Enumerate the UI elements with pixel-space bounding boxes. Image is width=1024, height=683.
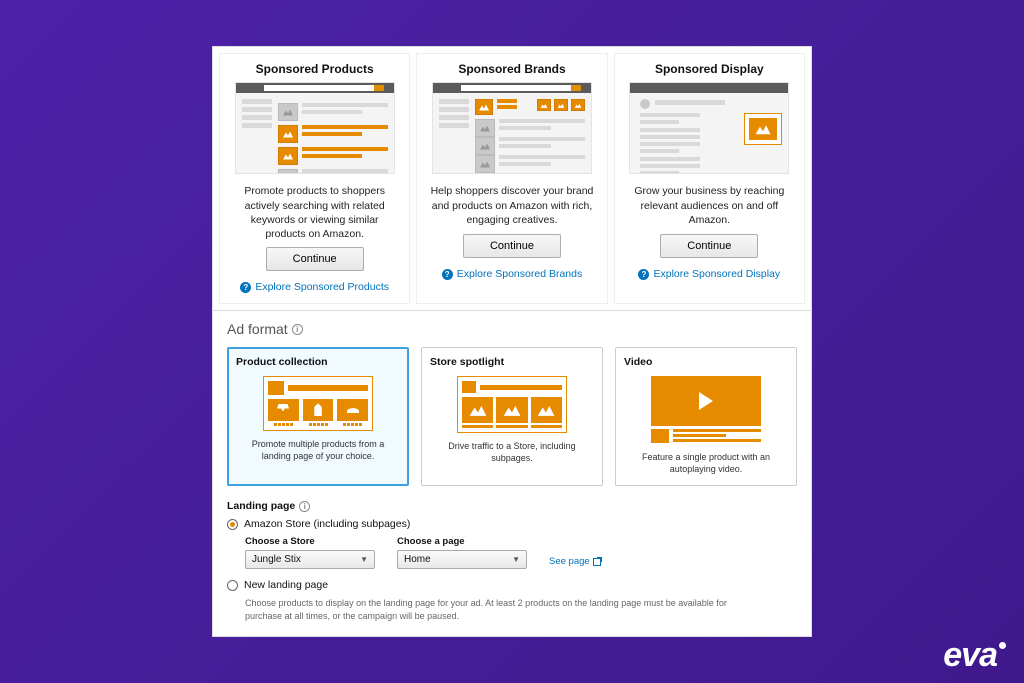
landing-page-section: Landing page i Amazon Store (including s… [227,500,797,621]
store-selectors: Choose a Store Jungle Stix ▼ Choose a pa… [245,536,797,569]
mock-store-spotlight [457,376,567,433]
continue-button-sb[interactable]: Continue [463,234,561,258]
chevron-down-icon: ▼ [512,555,520,564]
format-video[interactable]: Video Feature a single product with an a… [615,347,797,486]
card-sponsored-display: Sponsored Display Grow your business by … [614,53,805,304]
info-icon[interactable]: i [299,501,310,512]
ad-format-options: Product collection Promote multiple prod… [227,347,797,486]
continue-button-sp[interactable]: Continue [266,247,364,271]
section-title-ad-format: Ad format i [227,321,797,337]
format-product-collection[interactable]: Product collection Promote multiple prod… [227,347,409,486]
card-title: Sponsored Products [256,54,374,82]
info-icon[interactable]: i [292,324,303,335]
format-title: Product collection [236,356,328,368]
mock-sponsored-products [235,82,395,174]
explore-link-sp[interactable]: ? Explore Sponsored Products [240,281,389,303]
mock-sponsored-display [629,82,789,174]
card-title: Sponsored Display [655,54,764,82]
ad-format-section: Ad format i Product collection Promote m… [213,310,811,636]
format-store-spotlight[interactable]: Store spotlight Drive traffic to a Store… [421,347,603,486]
explore-link-sb[interactable]: ? Explore Sponsored Brands [442,268,583,290]
help-icon: ? [240,282,251,293]
campaign-type-cards: Sponsored Products Promote products to s… [213,47,811,310]
format-desc: Feature a single product with an autopla… [624,452,788,475]
card-desc: Help shoppers discover your brand and pr… [417,174,606,234]
format-desc: Drive traffic to a Store, including subp… [430,441,594,464]
choose-page-select[interactable]: Home ▼ [397,550,527,569]
mock-product-collection [263,376,373,431]
radio-icon [227,580,238,591]
brand-logo: eva [943,636,1006,675]
campaign-panel: Sponsored Products Promote products to s… [212,46,812,636]
format-title: Store spotlight [430,356,504,368]
help-icon: ? [442,269,453,280]
format-title: Video [624,356,652,368]
card-title: Sponsored Brands [458,54,565,82]
choose-page-label: Choose a page [397,536,527,547]
mock-video [651,376,761,444]
choose-store-label: Choose a Store [245,536,375,547]
external-link-icon [593,558,601,566]
section-title-landing: Landing page i [227,500,797,512]
help-icon: ? [638,269,649,280]
radio-new-landing-page[interactable]: New landing page [227,579,797,591]
mock-sponsored-brands [432,82,592,174]
card-desc: Promote products to shoppers actively se… [220,174,409,247]
explore-link-sd[interactable]: ? Explore Sponsored Display [638,268,780,290]
chevron-down-icon: ▼ [360,555,368,564]
choose-store-select[interactable]: Jungle Stix ▼ [245,550,375,569]
card-sponsored-brands: Sponsored Brands [416,53,607,304]
see-page-link[interactable]: See page [549,556,601,567]
radio-icon [227,519,238,530]
card-sponsored-products: Sponsored Products Promote products to s… [219,53,410,304]
helper-text: Choose products to display on the landin… [245,597,765,621]
radio-amazon-store[interactable]: Amazon Store (including subpages) [227,518,797,530]
continue-button-sd[interactable]: Continue [660,234,758,258]
card-desc: Grow your business by reaching relevant … [615,174,804,234]
format-desc: Promote multiple products from a landing… [236,439,400,462]
